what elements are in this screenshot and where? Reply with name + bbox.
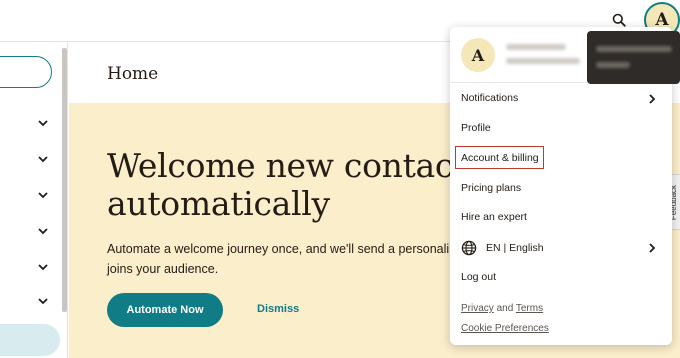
menu-item-language[interactable]: EN | English	[461, 240, 544, 256]
legal-links: Privacy and Terms	[461, 303, 543, 314]
menu-item-account-billing[interactable]: Account & billing	[461, 152, 539, 164]
chevron-down-icon	[38, 263, 48, 270]
sidebar	[0, 42, 68, 358]
sidebar-expand-chevron-6[interactable]	[36, 294, 50, 308]
redacted-account-name	[506, 58, 580, 64]
menu-chevron-notifications	[646, 93, 658, 105]
menu-item-log-out[interactable]: Log out	[461, 271, 496, 283]
language-label: EN | English	[486, 242, 544, 254]
sidebar-scrollbar[interactable]	[62, 48, 67, 312]
sidebar-expand-chevron-3[interactable]	[36, 188, 50, 202]
sidebar-active-item[interactable]	[0, 324, 60, 356]
redacted-tooltip-line-2	[596, 62, 630, 68]
search-icon	[612, 13, 626, 27]
redacted-tooltip-line-1	[596, 46, 672, 52]
chevron-right-icon	[648, 94, 655, 104]
sidebar-expand-chevron-5[interactable]	[36, 260, 50, 274]
menu-avatar: A	[461, 38, 495, 72]
menu-item-pricing-plans[interactable]: Pricing plans	[461, 182, 521, 194]
sidebar-expand-chevron-2[interactable]	[36, 152, 50, 166]
sidebar-expand-chevron-1[interactable]	[36, 116, 50, 130]
page-title: Home	[107, 64, 159, 84]
menu-item-hire-expert[interactable]: Hire an expert	[461, 211, 527, 223]
dismiss-button[interactable]: Dismiss	[257, 303, 299, 315]
chevron-down-icon	[38, 297, 48, 304]
chevron-down-icon	[38, 227, 48, 234]
privacy-link[interactable]: Privacy	[461, 303, 494, 314]
menu-item-profile[interactable]: Profile	[461, 122, 491, 134]
chevron-down-icon	[38, 191, 48, 198]
sidebar-expand-chevron-4[interactable]	[36, 224, 50, 238]
chevron-right-icon	[648, 243, 655, 253]
chevron-down-icon	[38, 119, 48, 126]
cookie-preferences-link[interactable]: Cookie Preferences	[461, 323, 549, 334]
globe-icon	[461, 240, 477, 256]
automate-now-button[interactable]: Automate Now	[107, 293, 223, 327]
terms-link[interactable]: Terms	[516, 303, 543, 314]
redacted-user-name	[506, 44, 566, 50]
chevron-down-icon	[38, 155, 48, 162]
menu-chevron-language	[646, 242, 658, 254]
menu-item-notifications[interactable]: Notifications	[461, 92, 518, 104]
sidebar-search-input[interactable]	[0, 56, 52, 88]
legal-and: and	[496, 303, 514, 314]
account-tooltip	[587, 31, 680, 84]
menu-avatar-initial: A	[471, 45, 485, 65]
